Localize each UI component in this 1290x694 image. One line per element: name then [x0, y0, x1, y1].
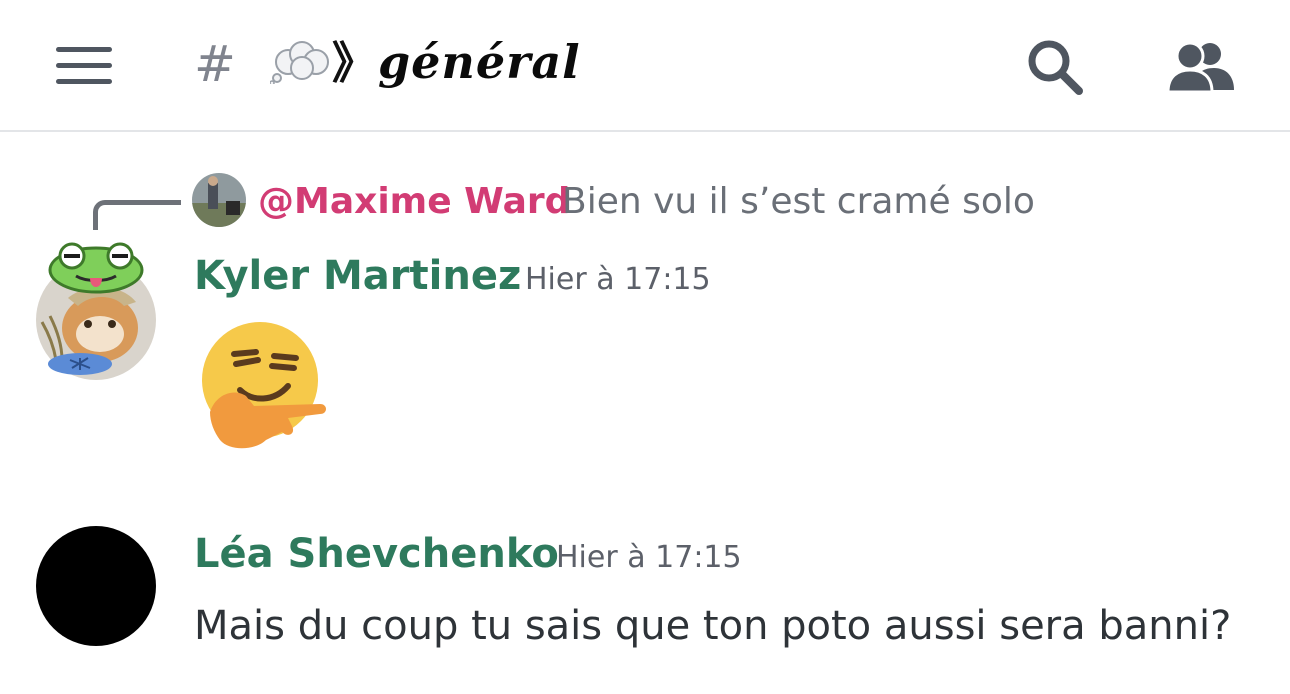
search-icon[interactable]: [1026, 38, 1084, 96]
channel-header: # 》 général: [0, 0, 1290, 132]
message-timestamp: Hier à 17:15: [525, 262, 711, 297]
channel-title[interactable]: général: [378, 30, 581, 94]
reply-author-mention[interactable]: @Maxime Ward: [258, 176, 570, 228]
reply-avatar[interactable]: [192, 173, 246, 227]
smirk-pointing-emoji: [202, 322, 326, 449]
thought-balloon-icon: [270, 41, 329, 84]
message-timestamp: Hier à 17:15: [556, 540, 742, 575]
members-icon[interactable]: [1168, 40, 1234, 92]
avatar[interactable]: [36, 526, 156, 646]
menu-icon[interactable]: [56, 47, 112, 85]
message-author[interactable]: Kyler Martinez: [194, 248, 521, 304]
message-text[interactable]: Mais du coup tu sais que ton poto aussi …: [194, 598, 1231, 654]
channel-hash-icon: #: [194, 35, 236, 93]
message-author[interactable]: Léa Shevchenko: [194, 526, 559, 582]
reply-connector: [93, 200, 181, 230]
avatar[interactable]: [28, 236, 162, 382]
reply-preview-text[interactable]: Bien vu il s’est cramé solo: [562, 176, 1035, 228]
channel-separator: 》: [332, 38, 376, 89]
